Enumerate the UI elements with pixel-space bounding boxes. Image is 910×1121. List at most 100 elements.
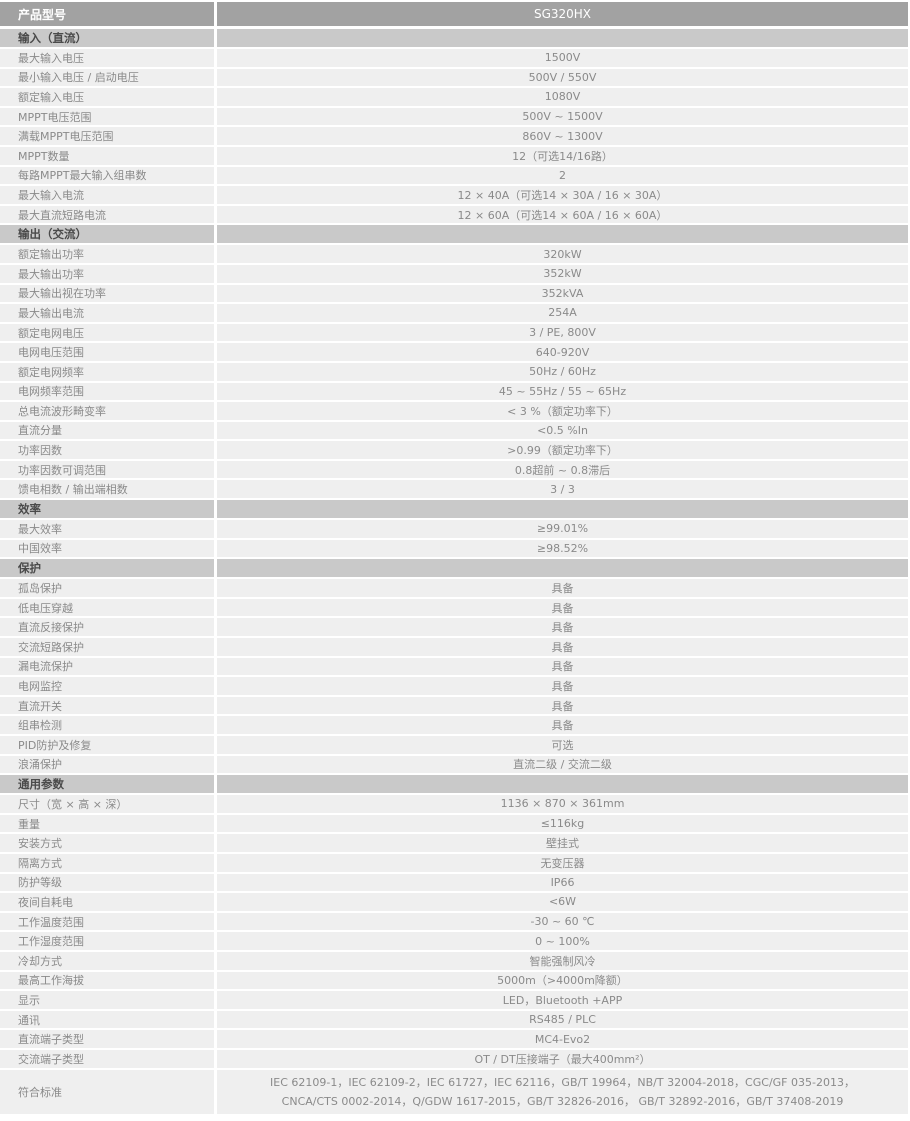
spec-value: 352kW [217,264,908,283]
spec-value: -30 ~ 60 ℃ [217,912,908,931]
spec-row: 隔离方式 无变压器 [0,853,908,872]
spec-value: >0.99（额定功率下） [217,441,908,459]
spec-value: 可选 [217,736,908,754]
spec-row: 直流开关 具备 [0,696,908,715]
spec-label: 漏电流保护 [0,657,214,676]
spec-row: 漏电流保护 具备 [0,657,908,676]
spec-label: 最大输出视在功率 [0,284,214,303]
spec-label: 夜间自耗电 [0,893,214,911]
spec-row: 总电流波形畸变率 < 3 %（额定功率下） [0,402,908,420]
spec-label: 工作湿度范围 [0,932,214,950]
spec-value: 12 × 60A（可选14 × 60A / 16 × 60A） [217,205,908,224]
spec-label: 最大输出电流 [0,304,214,322]
spec-row: 额定电网频率 50Hz / 60Hz [0,362,908,381]
spec-label: 每路MPPT最大输入组串数 [0,166,214,185]
spec-value: < 3 %（额定功率下） [217,402,908,420]
spec-value: 具备 [217,696,908,715]
spec-label: 交流端子类型 [0,1049,214,1068]
spec-row: 最大输出视在功率 352kVA [0,284,908,303]
spec-row: 最大直流短路电流 12 × 60A（可选14 × 60A / 16 × 60A） [0,205,908,224]
section-title: 效率 [0,500,214,519]
spec-label: 直流分量 [0,421,214,440]
spec-value: 50Hz / 60Hz [217,362,908,381]
spec-label: 显示 [0,991,214,1009]
spec-row: 功率因数 >0.99（额定功率下） [0,441,908,459]
spec-row: 功率因数可调范围 0.8超前 ~ 0.8滞后 [0,460,908,479]
standards-line-2: CNCA/CTS 0002-2014，Q/GDW 1617-2015，GB/T … [281,1094,844,1108]
spec-label: 直流开关 [0,696,214,715]
spec-label: 最大效率 [0,520,214,538]
header-label: 产品型号 [0,2,214,26]
spec-row: 馈电相数 / 输出端相数 3 / 3 [0,480,908,499]
spec-row: 电网监控 具备 [0,677,908,695]
section-title: 保护 [0,559,214,578]
spec-label: 尺寸（宽 × 高 × 深） [0,795,214,813]
spec-value: 2 [217,166,908,185]
spec-value: 3 / PE, 800V [217,323,908,342]
spec-value: ≥99.01% [217,520,908,538]
spec-label: 额定输入电压 [0,88,214,106]
spec-value: 12（可选14/16路） [217,146,908,165]
spec-label: 最高工作海拔 [0,971,214,990]
sections: 输入（直流） 最大输入电压 1500V 最小输入电压 / 启动电压 500V / 550… [0,29,908,1068]
spec-row: 额定输入电压 1080V [0,88,908,106]
spec-row: 重量 ≤116kg [0,814,908,833]
spec-value: 具备 [217,677,908,695]
spec-row: 低电压穿越 具备 [0,598,908,617]
spec-row: 最大输入电流 12 × 40A（可选14 × 30A / 16 × 30A） [0,186,908,204]
spec-row: 直流反接保护 具备 [0,618,908,637]
spec-row: 满载MPPT电压范围 860V ~ 1300V [0,127,908,145]
spec-label: 安装方式 [0,834,214,852]
section-value-empty [217,775,908,794]
spec-row: 直流分量 <0.5 %In [0,421,908,440]
standards-label: 符合标准 [0,1069,214,1114]
spec-row: 冷却方式 智能强制风冷 [0,951,908,970]
spec-label: 低电压穿越 [0,598,214,617]
spec-value: LED，Bluetooth +APP [217,991,908,1009]
spec-value: ≤116kg [217,814,908,833]
spec-value: <6W [217,893,908,911]
standards-value: IEC 62109-1，IEC 62109-2，IEC 61727，IEC 62… [217,1069,908,1114]
spec-value: <0.5 %In [217,421,908,440]
spec-label: 满载MPPT电压范围 [0,127,214,145]
spec-row: 电网频率范围 45 ~ 55Hz / 55 ~ 65Hz [0,382,908,401]
spec-label: 重量 [0,814,214,833]
section-header: 输出（交流） [0,225,908,244]
spec-label: 交流短路保护 [0,638,214,656]
section-header: 效率 [0,500,908,519]
section-value-empty [217,29,908,47]
spec-value: 640-920V [217,343,908,361]
spec-label: 浪涌保护 [0,755,214,774]
spec-label: 最大直流短路电流 [0,205,214,224]
spec-value: 320kW [217,245,908,263]
spec-label: 最大输入电压 [0,49,214,67]
spec-label: 孤岛保护 [0,579,214,597]
spec-row: 工作湿度范围 0 ~ 100% [0,932,908,950]
spec-value: 500V ~ 1500V [217,107,908,126]
spec-label: MPPT数量 [0,146,214,165]
model-name: SG320HX [217,2,908,26]
spec-value: 直流二级 / 交流二级 [217,755,908,774]
spec-value: 1080V [217,88,908,106]
section-header: 保护 [0,559,908,578]
spec-row: 最大输出电流 254A [0,304,908,322]
section-header: 输入（直流） [0,29,908,47]
spec-label: 功率因数可调范围 [0,460,214,479]
spec-row: 最小输入电压 / 启动电压 500V / 550V [0,68,908,87]
spec-label: 总电流波形畸变率 [0,402,214,420]
spec-value: 500V / 550V [217,68,908,87]
spec-label: 直流反接保护 [0,618,214,637]
spec-value: 12 × 40A（可选14 × 30A / 16 × 30A） [217,186,908,204]
section-title: 通用参数 [0,775,214,794]
spec-value: 具备 [217,618,908,637]
spec-row: 中国效率 ≥98.52% [0,539,908,558]
spec-row: 电网电压范围 640-920V [0,343,908,361]
spec-row: 最大效率 ≥99.01% [0,520,908,538]
spec-label: MPPT电压范围 [0,107,214,126]
spec-value: 无变压器 [217,853,908,872]
spec-value: ≥98.52% [217,539,908,558]
spec-row: MPPT电压范围 500V ~ 1500V [0,107,908,126]
spec-value: 具备 [217,657,908,676]
spec-label: 隔离方式 [0,853,214,872]
spec-row: PID防护及修复 可选 [0,736,908,754]
